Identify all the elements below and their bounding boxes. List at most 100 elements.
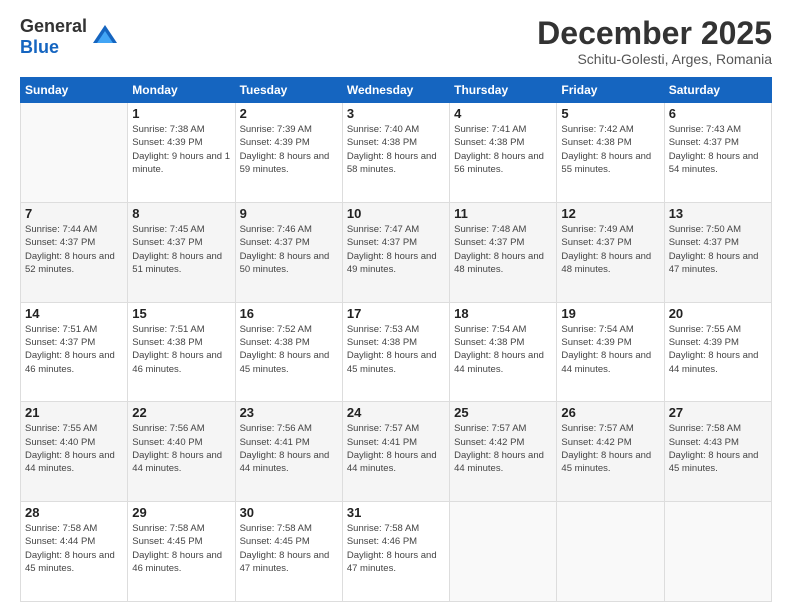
day-number: 4 [454, 106, 552, 121]
day-cell: 5 Sunrise: 7:42 AMSunset: 4:38 PMDaylight… [557, 103, 664, 203]
day-number: 23 [240, 405, 338, 420]
day-number: 8 [132, 206, 230, 221]
day-cell: 18 Sunrise: 7:54 AMSunset: 4:38 PMDayligh… [450, 302, 557, 402]
week-row-1: 1 Sunrise: 7:38 AMSunset: 4:39 PMDaylight… [21, 103, 772, 203]
day-cell: 17 Sunrise: 7:53 AMSunset: 4:38 PMDayligh… [342, 302, 449, 402]
day-number: 30 [240, 505, 338, 520]
day-number: 2 [240, 106, 338, 121]
day-info: Sunrise: 7:50 AMSunset: 4:37 PMDaylight:… [669, 223, 767, 276]
day-info: Sunrise: 7:49 AMSunset: 4:37 PMDaylight:… [561, 223, 659, 276]
day-info: Sunrise: 7:46 AMSunset: 4:37 PMDaylight:… [240, 223, 338, 276]
header-sunday: Sunday [21, 78, 128, 103]
day-cell: 10Sunrise: 7:47 AMSunset: 4:37 PMDayligh… [342, 202, 449, 302]
day-cell: 12 Sunrise: 7:49 AMSunset: 4:37 PMDayligh… [557, 202, 664, 302]
week-row-2: 7 Sunrise: 7:44 AMSunset: 4:37 PMDaylight… [21, 202, 772, 302]
day-number: 14 [25, 306, 123, 321]
day-info: Sunrise: 7:40 AMSunset: 4:38 PMDaylight:… [347, 123, 445, 176]
day-info: Sunrise: 7:58 AMSunset: 4:46 PMDaylight:… [347, 522, 445, 575]
week-row-3: 14 Sunrise: 7:51 AMSunset: 4:37 PMDayligh… [21, 302, 772, 402]
day-info: Sunrise: 7:54 AMSunset: 4:39 PMDaylight:… [561, 323, 659, 376]
day-cell: 6Sunrise: 7:43 AMSunset: 4:37 PMDaylight… [664, 103, 771, 203]
day-info: Sunrise: 7:41 AMSunset: 4:38 PMDaylight:… [454, 123, 552, 176]
day-number: 5 [561, 106, 659, 121]
day-number: 17 [347, 306, 445, 321]
day-info: Sunrise: 7:58 AMSunset: 4:45 PMDaylight:… [132, 522, 230, 575]
day-cell: 4 Sunrise: 7:41 AMSunset: 4:38 PMDaylight… [450, 103, 557, 203]
day-cell [21, 103, 128, 203]
day-info: Sunrise: 7:47 AMSunset: 4:37 PMDaylight:… [347, 223, 445, 276]
logo-general: General [20, 16, 87, 36]
day-cell: 31 Sunrise: 7:58 AMSunset: 4:46 PMDayligh… [342, 502, 449, 602]
day-number: 15 [132, 306, 230, 321]
day-number: 31 [347, 505, 445, 520]
day-cell: 15Sunrise: 7:51 AMSunset: 4:38 PMDayligh… [128, 302, 235, 402]
header-saturday: Saturday [664, 78, 771, 103]
header-monday: Monday [128, 78, 235, 103]
day-cell: 3 Sunrise: 7:40 AMSunset: 4:38 PMDaylight… [342, 103, 449, 203]
day-number: 18 [454, 306, 552, 321]
day-cell: 25Sunrise: 7:57 AMSunset: 4:42 PMDayligh… [450, 402, 557, 502]
location-subtitle: Schitu-Golesti, Arges, Romania [537, 51, 772, 67]
day-number: 1 [132, 106, 230, 121]
day-cell: 29 Sunrise: 7:58 AMSunset: 4:45 PMDayligh… [128, 502, 235, 602]
day-number: 26 [561, 405, 659, 420]
header: General Blue December 2025 Schitu-Golest… [20, 16, 772, 67]
day-number: 11 [454, 206, 552, 221]
day-cell: 30 Sunrise: 7:58 AMSunset: 4:45 PMDayligh… [235, 502, 342, 602]
day-cell: 1 Sunrise: 7:38 AMSunset: 4:39 PMDaylight… [128, 103, 235, 203]
day-info: Sunrise: 7:55 AMSunset: 4:39 PMDaylight:… [669, 323, 767, 376]
day-number: 21 [25, 405, 123, 420]
day-cell: 2 Sunrise: 7:39 AMSunset: 4:39 PMDaylight… [235, 103, 342, 203]
day-info: Sunrise: 7:44 AMSunset: 4:37 PMDaylight:… [25, 223, 123, 276]
header-friday: Friday [557, 78, 664, 103]
day-cell: 9 Sunrise: 7:46 AMSunset: 4:37 PMDaylight… [235, 202, 342, 302]
day-number: 6 [669, 106, 767, 121]
weekday-header-row: Sunday Monday Tuesday Wednesday Thursday… [21, 78, 772, 103]
day-number: 29 [132, 505, 230, 520]
day-cell [557, 502, 664, 602]
day-info: Sunrise: 7:53 AMSunset: 4:38 PMDaylight:… [347, 323, 445, 376]
day-number: 3 [347, 106, 445, 121]
week-row-5: 28 Sunrise: 7:58 AMSunset: 4:44 PMDayligh… [21, 502, 772, 602]
day-cell: 26Sunrise: 7:57 AMSunset: 4:42 PMDayligh… [557, 402, 664, 502]
day-number: 9 [240, 206, 338, 221]
day-cell [450, 502, 557, 602]
day-info: Sunrise: 7:57 AMSunset: 4:41 PMDaylight:… [347, 422, 445, 475]
day-info: Sunrise: 7:56 AMSunset: 4:41 PMDaylight:… [240, 422, 338, 475]
day-cell: 11Sunrise: 7:48 AMSunset: 4:37 PMDayligh… [450, 202, 557, 302]
day-cell: 27Sunrise: 7:58 AMSunset: 4:43 PMDayligh… [664, 402, 771, 502]
day-number: 28 [25, 505, 123, 520]
day-number: 22 [132, 405, 230, 420]
day-info: Sunrise: 7:57 AMSunset: 4:42 PMDaylight:… [454, 422, 552, 475]
day-cell [664, 502, 771, 602]
logo-icon [91, 23, 119, 51]
day-info: Sunrise: 7:38 AMSunset: 4:39 PMDaylight:… [132, 123, 230, 176]
day-info: Sunrise: 7:51 AMSunset: 4:37 PMDaylight:… [25, 323, 123, 376]
day-cell: 8Sunrise: 7:45 AMSunset: 4:37 PMDaylight… [128, 202, 235, 302]
day-number: 13 [669, 206, 767, 221]
month-title: December 2025 [537, 16, 772, 51]
page: General Blue December 2025 Schitu-Golest… [0, 0, 792, 612]
day-cell: 28 Sunrise: 7:58 AMSunset: 4:44 PMDayligh… [21, 502, 128, 602]
week-row-4: 21 Sunrise: 7:55 AMSunset: 4:40 PMDayligh… [21, 402, 772, 502]
logo-text: General Blue [20, 16, 87, 58]
calendar-table: Sunday Monday Tuesday Wednesday Thursday… [20, 77, 772, 602]
day-info: Sunrise: 7:42 AMSunset: 4:38 PMDaylight:… [561, 123, 659, 176]
day-number: 7 [25, 206, 123, 221]
logo-blue: Blue [20, 37, 59, 57]
day-number: 16 [240, 306, 338, 321]
day-info: Sunrise: 7:39 AMSunset: 4:39 PMDaylight:… [240, 123, 338, 176]
day-cell: 20 Sunrise: 7:55 AMSunset: 4:39 PMDayligh… [664, 302, 771, 402]
day-info: Sunrise: 7:55 AMSunset: 4:40 PMDaylight:… [25, 422, 123, 475]
day-info: Sunrise: 7:54 AMSunset: 4:38 PMDaylight:… [454, 323, 552, 376]
day-cell: 24Sunrise: 7:57 AMSunset: 4:41 PMDayligh… [342, 402, 449, 502]
day-info: Sunrise: 7:58 AMSunset: 4:45 PMDaylight:… [240, 522, 338, 575]
day-number: 27 [669, 405, 767, 420]
day-cell: 7 Sunrise: 7:44 AMSunset: 4:37 PMDaylight… [21, 202, 128, 302]
day-info: Sunrise: 7:58 AMSunset: 4:44 PMDaylight:… [25, 522, 123, 575]
day-cell: 14 Sunrise: 7:51 AMSunset: 4:37 PMDayligh… [21, 302, 128, 402]
day-number: 19 [561, 306, 659, 321]
day-number: 20 [669, 306, 767, 321]
day-number: 12 [561, 206, 659, 221]
day-cell: 22Sunrise: 7:56 AMSunset: 4:40 PMDayligh… [128, 402, 235, 502]
